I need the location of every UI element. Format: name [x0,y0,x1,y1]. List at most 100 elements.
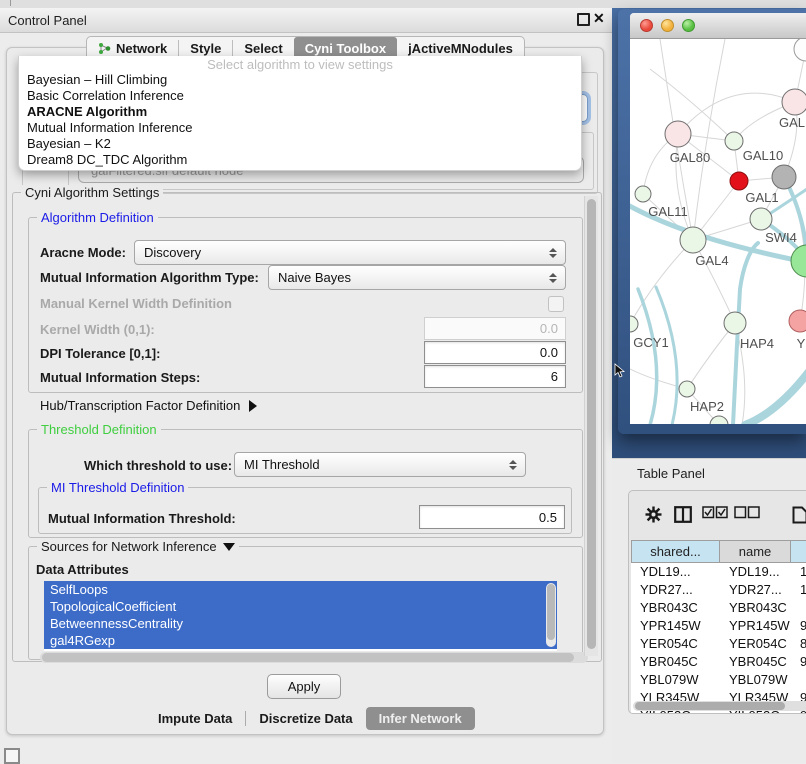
node-table[interactable]: shared...nameA... YDL19...YDL19...13YDR2… [631,540,806,713]
table-row[interactable]: YPR145WYPR145W9. [631,617,806,635]
table-row[interactable]: YER054CYER054C8. [631,635,806,653]
network-node-top-green[interactable] [725,132,743,150]
node-label-gal1: GAL1 [745,190,778,205]
network-node-gal4[interactable] [680,227,706,253]
algorithm-option-dream8-dc-tdc-algorithm[interactable]: Dream8 DC_TDC Algorithm [19,152,581,168]
network-node-bright-green[interactable] [791,245,806,277]
manual-kernel-checkbox[interactable] [548,296,564,312]
table-row[interactable]: YBR045CYBR045C9. [631,653,806,671]
sources-legend-text: Sources for Network Inference [41,539,217,554]
mi-type-label: Mutual Information Algorithm Type: [40,270,259,285]
data-attributes-label: Data Attributes [36,562,129,577]
algorithm-option-aracne-algorithm[interactable]: ARACNE Algorithm [19,104,581,120]
which-threshold-label: Which threshold to use: [84,458,232,473]
table-cell: YBR043C [720,599,791,617]
kernel-width-field[interactable]: 0.0 [424,317,566,340]
document-icon[interactable] [792,506,806,524]
popup-placeholder: Select algorithm to view settings [19,56,581,72]
settings-vscrollbar[interactable] [584,196,598,656]
network-node-gal80[interactable] [665,121,691,147]
network-window: GALGAL80GAL10GAL11GAL1SWI4GAL4GCY1HAP4YH… [618,9,806,434]
table-cell: 9. [791,617,806,635]
attribute-item-betweennesscentrality[interactable]: BetweennessCentrality [44,615,557,632]
algorithm-option-bayesian-hill-climbing[interactable]: Bayesian – Hill Climbing [19,72,581,88]
sources-legend[interactable]: Sources for Network Inference [37,539,239,554]
network-node-gal11[interactable] [635,186,651,202]
network-node-gcy1[interactable] [630,316,638,332]
expanded-arrow-icon [223,543,235,551]
stepper-icon [549,273,557,283]
network-node-hap2[interactable] [679,381,695,397]
table-header-shared[interactable]: shared... [631,540,720,563]
gear-icon[interactable] [645,506,662,523]
table-row[interactable]: YDR27...YDR27...12 [631,581,806,599]
mi-steps-field[interactable]: 6 [424,365,566,388]
hub-definition-toggle[interactable]: Hub/Transcription Factor Definition [40,398,257,413]
apply-button[interactable]: Apply [267,674,341,699]
network-node-partial-top[interactable] [794,39,806,61]
node-label-gal: GAL [779,115,805,130]
minimize-traffic-light[interactable] [661,19,674,32]
network-node-gal1[interactable] [750,208,772,230]
tab-discretize-data[interactable]: Discretize Data [246,707,365,730]
algorithm-option-bayesian-k2[interactable]: Bayesian – K2 [19,136,581,152]
hub-definition-label: Hub/Transcription Factor Definition [40,398,240,413]
columns-icon[interactable] [674,506,692,523]
network-canvas[interactable]: GALGAL80GAL10GAL11GAL1SWI4GAL4GCY1HAP4YH… [630,39,806,424]
table-cell: YER054C [720,635,791,653]
network-window-titlebar[interactable] [630,13,806,39]
unchecked-boxes-icon[interactable] [734,506,760,519]
table-cell: 9. [791,653,806,671]
node-label-swi4: SWI4 [765,230,797,245]
network-edge [687,323,735,389]
aracne-mode-combo[interactable]: Discovery [134,240,566,265]
algorithm-option-mutual-information-inference[interactable]: Mutual Information Inference [19,120,581,136]
attribute-item-topologicalcoefficient[interactable]: TopologicalCoefficient [44,598,557,615]
close-icon[interactable]: ✕ [593,10,605,27]
mi-type-combo[interactable]: Naive Bayes [268,265,566,290]
attribute-item-gal4rgexp[interactable]: gal4RGexp [44,632,557,649]
which-threshold-combo[interactable]: MI Threshold [234,452,526,477]
checked-boxes-icon[interactable] [702,506,728,519]
table-row[interactable]: YDL19...YDL19...13 [631,563,806,581]
node-label-gal10: GAL10 [743,148,783,163]
list-scrollbar[interactable] [546,583,556,647]
table-row[interactable]: YBL079WYBL079W [631,671,806,689]
algorithm-definition-legend: Algorithm Definition [37,210,158,225]
network-edge [650,69,734,141]
algorithm-option-basic-correlation-inference[interactable]: Basic Correlation Inference [19,88,581,104]
bottom-tab-bar: Impute DataDiscretize DataInfer Network [145,707,475,730]
mi-threshold-legend: MI Threshold Definition [47,480,188,495]
tab-impute-data[interactable]: Impute Data [145,707,245,730]
node-label-y: Y [797,336,806,351]
node-label-hap2: HAP2 [690,399,724,414]
network-node-gal-partial[interactable] [782,89,806,115]
tab-infer-network[interactable]: Infer Network [366,707,475,730]
tab-label: Network [116,41,167,56]
table-row[interactable]: YBR043CYBR043C [631,599,806,617]
attribute-item-selfloops[interactable]: SelfLoops [44,581,557,598]
network-edge-highlighted [745,369,806,424]
table-hscrollbar[interactable] [633,701,806,711]
mi-type-value: Naive Bayes [278,270,351,285]
table-header-name[interactable]: name [720,540,791,563]
data-attributes-list[interactable]: SelfLoopsTopologicalCoefficientBetweenne… [44,581,557,651]
table-cell: YBL079W [631,671,720,689]
network-node-gray-node[interactable] [772,165,796,189]
table-header-a[interactable]: A... [791,540,806,563]
network-node-hap4[interactable] [724,312,746,334]
tab-label: jActiveMNodules [408,41,513,56]
close-traffic-light[interactable] [640,19,653,32]
float-panel-icon[interactable] [577,13,590,26]
network-node-salmon-node[interactable] [789,310,806,332]
table-cell: YBR045C [720,653,791,671]
zoom-traffic-light[interactable] [682,19,695,32]
node-label-gal11: GAL11 [648,204,688,219]
network-node-red-node[interactable] [730,172,748,190]
mi-steps-label: Mutual Information Steps: [40,370,200,385]
mi-threshold-field[interactable]: 0.5 [419,505,565,529]
settings-hscrollbar[interactable] [40,652,588,663]
table-cell: YBL079W [720,671,791,689]
dpi-tolerance-field[interactable]: 0.0 [424,341,566,364]
table-cell: 13 [791,563,806,581]
